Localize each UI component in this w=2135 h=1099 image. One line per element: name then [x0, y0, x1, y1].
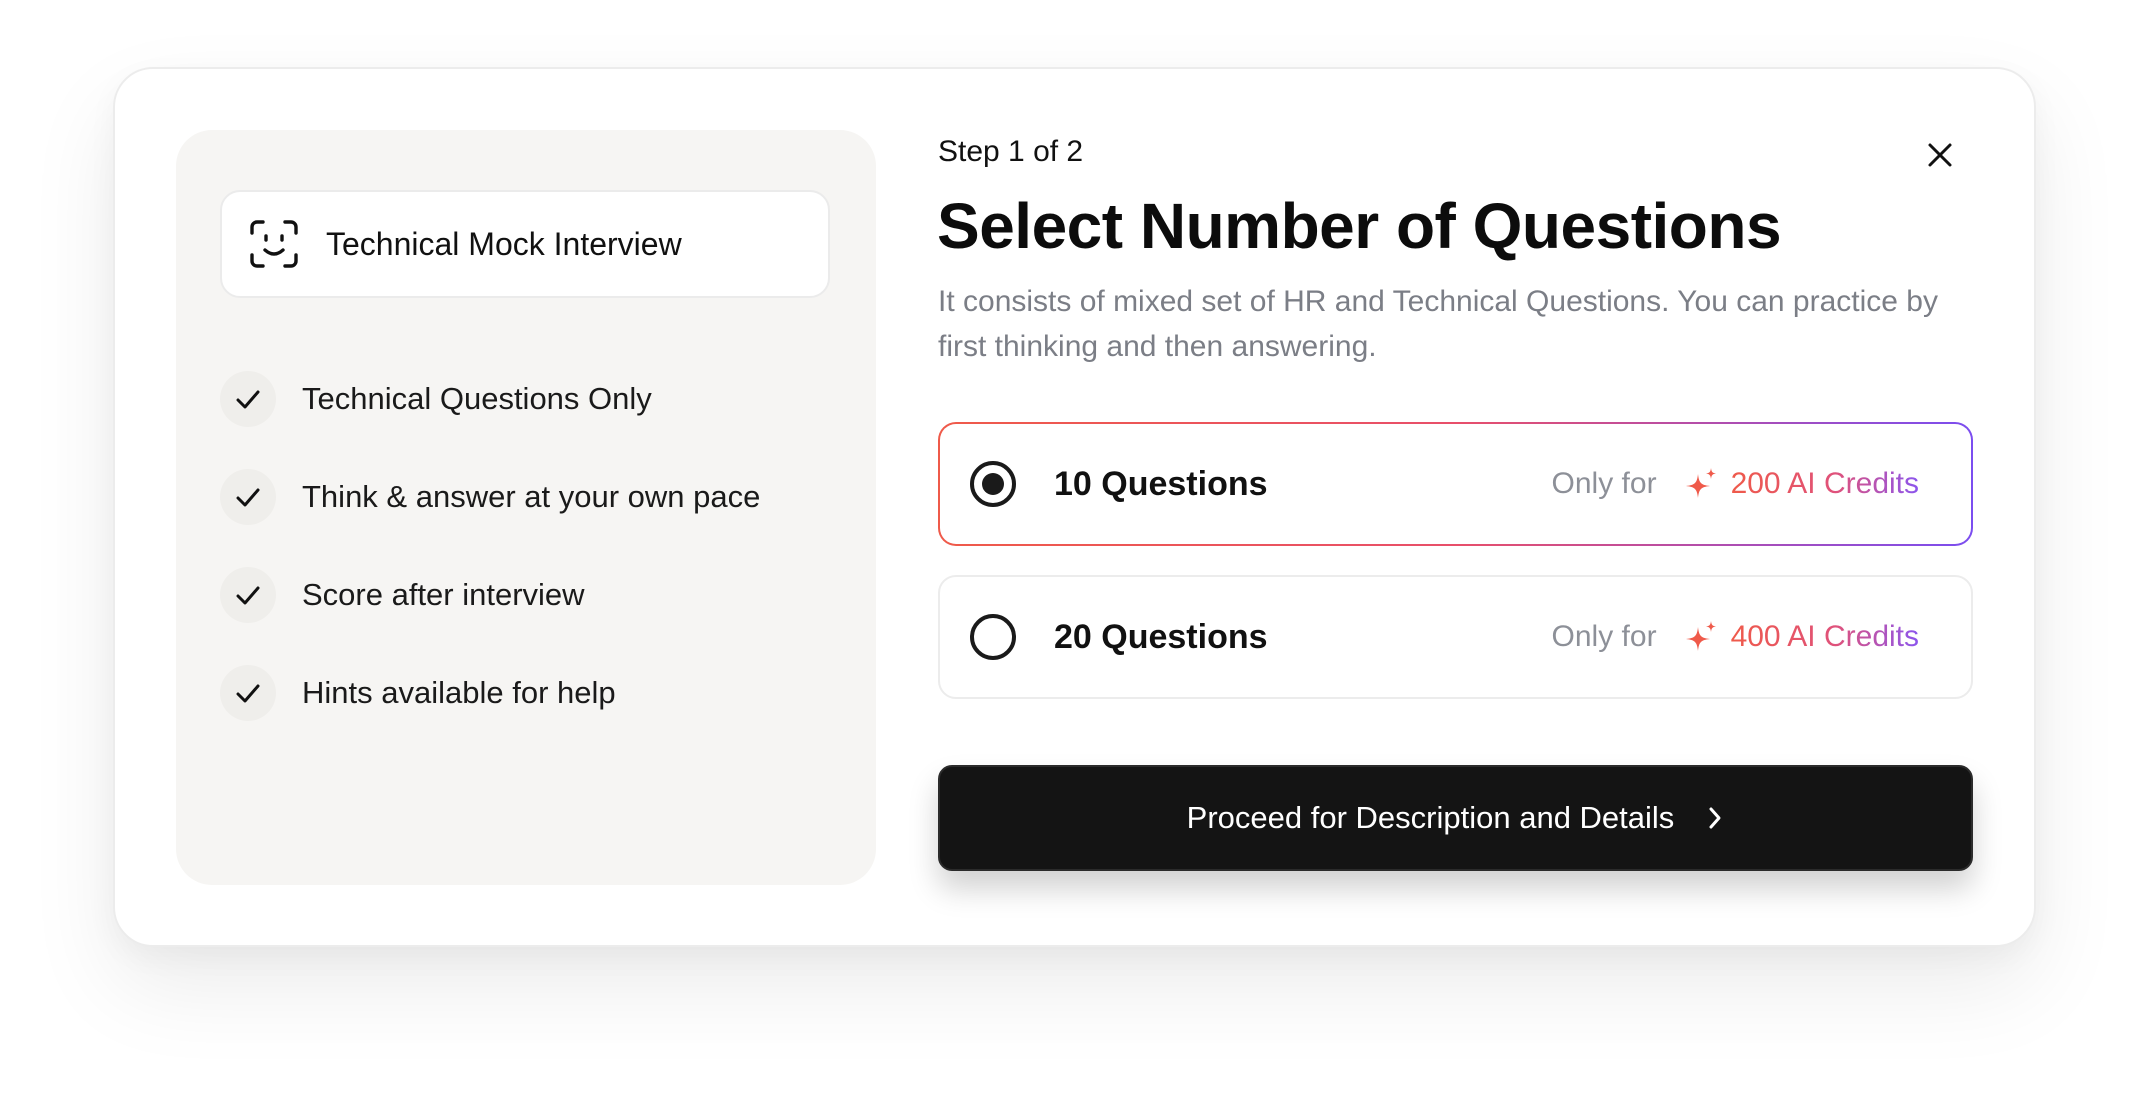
option-20-questions[interactable]: 20 Questions Only for 400 AI Credits	[938, 575, 1973, 699]
option-price: Only for 200 AI Credits	[1552, 466, 1919, 502]
check-icon	[220, 371, 276, 427]
feature-label: Hints available for help	[302, 675, 616, 710]
radio-selected[interactable]	[970, 461, 1016, 507]
interview-mode-card: Technical Mock Interview	[220, 190, 830, 298]
feature-label: Technical Questions Only	[302, 381, 652, 416]
close-button[interactable]	[1915, 130, 1965, 180]
feature-item: Score after interview	[220, 546, 760, 644]
face-scan-icon	[248, 218, 300, 270]
chevron-right-icon	[1706, 805, 1724, 831]
option-price: Only for 400 AI Credits	[1552, 619, 1919, 655]
proceed-button[interactable]: Proceed for Description and Details	[938, 765, 1973, 871]
credit-amount: 200 AI Credits	[1730, 467, 1919, 500]
option-label: 10 Questions	[1054, 464, 1268, 503]
radio-dot	[982, 473, 1004, 495]
interview-mode-title: Technical Mock Interview	[326, 225, 682, 262]
page-title: Select Number of Questions	[937, 190, 1782, 262]
price-prefix: Only for	[1551, 467, 1657, 500]
radio-unselected[interactable]	[970, 614, 1016, 660]
proceed-label: Proceed for Description and Details	[1186, 800, 1675, 835]
price-prefix: Only for	[1551, 620, 1657, 653]
feature-item: Technical Questions Only	[220, 350, 760, 448]
feature-label: Score after interview	[302, 577, 585, 612]
feature-item: Think & answer at your own pace	[220, 448, 760, 546]
feature-label: Think & answer at your own pace	[302, 479, 761, 514]
option-label: 20 Questions	[1054, 617, 1268, 656]
option-10-questions[interactable]: 10 Questions Only for 200 AI Credits	[938, 422, 1973, 546]
interview-info-panel: Technical Mock Interview Technical Quest…	[176, 130, 876, 885]
step-indicator: Step 1 of 2	[938, 135, 1084, 168]
close-icon	[1927, 142, 1953, 168]
question-count-modal: Technical Mock Interview Technical Quest…	[113, 67, 2036, 947]
credit-amount: 400 AI Credits	[1730, 620, 1919, 653]
check-icon	[220, 469, 276, 525]
check-icon	[220, 665, 276, 721]
feature-list: Technical Questions Only Think & answer …	[220, 350, 760, 742]
feature-item: Hints available for help	[220, 644, 760, 742]
page-subtitle: It consists of mixed set of HR and Techn…	[938, 285, 1938, 363]
sparkle-icon	[1683, 619, 1719, 655]
sparkle-icon	[1683, 466, 1719, 502]
check-icon	[220, 567, 276, 623]
